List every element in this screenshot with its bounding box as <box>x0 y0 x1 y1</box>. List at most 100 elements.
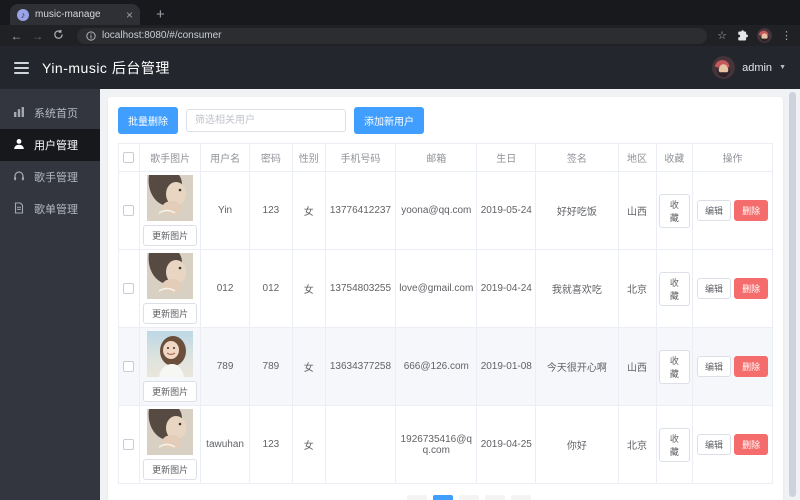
site-favicon-icon: ♪ <box>17 8 29 21</box>
next-page-button[interactable]: › <box>510 495 531 500</box>
cell-region: 山西 <box>617 171 657 250</box>
cell-phone: 13776412237 <box>324 171 397 250</box>
sidebar-item-singers[interactable]: 歌手管理 <box>0 161 100 193</box>
app-header: Yin-music 后台管理 admin ▼ <box>0 46 800 89</box>
cell-region: 山西 <box>617 327 657 406</box>
row-checkbox[interactable] <box>123 282 135 294</box>
user-icon <box>13 138 25 153</box>
add-user-button[interactable]: 添加新用户 <box>354 107 424 134</box>
cell-username: 012 <box>200 249 250 328</box>
cell-password: 012 <box>248 249 293 328</box>
edit-button[interactable]: 编辑 <box>697 356 732 377</box>
cell-email: 666@126.com <box>395 327 478 406</box>
admin-username: admin <box>742 61 773 74</box>
tab-close-icon[interactable]: × <box>126 9 133 21</box>
cell-signature: 今天很开心啊 <box>535 327 619 406</box>
row-checkbox[interactable] <box>123 204 135 216</box>
table-row: 更新图片 789 789 女 13634377258 666@126.com 2… <box>118 327 773 406</box>
col-header-username: 用户名 <box>200 143 250 172</box>
cell-email: love@gmail.com <box>395 249 478 328</box>
table-header-row: 歌手图片 用户名 密码 性别 手机号码 邮箱 生日 签名 地区 收藏 操作 <box>118 143 773 172</box>
browser-menu-icon[interactable]: ⋮ <box>781 29 792 42</box>
cell-gender: 女 <box>291 405 326 484</box>
col-header-email: 邮箱 <box>395 143 478 172</box>
edit-button[interactable]: 编辑 <box>697 200 732 221</box>
edit-button[interactable]: 编辑 <box>697 434 732 455</box>
cell-gender: 女 <box>291 249 326 328</box>
hamburger-menu-icon[interactable] <box>14 61 29 74</box>
update-image-button[interactable]: 更新图片 <box>143 381 198 402</box>
cell-gender: 女 <box>291 327 326 406</box>
cell-signature: 好好吃饭 <box>535 171 619 250</box>
sidebar-item-users[interactable]: 用户管理 <box>0 129 100 161</box>
sidebar-item-label: 歌单管理 <box>34 204 78 216</box>
browser-toolbar: ← → localhost:8080/#/consumer ☆ ⋮ <box>0 25 800 46</box>
update-image-button[interactable]: 更新图片 <box>143 459 198 480</box>
new-tab-button[interactable]: + <box>150 4 171 25</box>
delete-button[interactable]: 删除 <box>734 200 769 221</box>
col-header-birthday: 生日 <box>476 143 537 172</box>
cell-username: 789 <box>200 327 250 406</box>
cell-phone <box>324 405 397 484</box>
url-text: localhost:8080/#/consumer <box>102 30 222 41</box>
bookmark-star-icon[interactable]: ☆ <box>717 29 727 42</box>
cell-region: 北京 <box>617 405 657 484</box>
tab-title: music-manage <box>35 9 101 20</box>
page-button-1[interactable]: 1 <box>432 495 453 500</box>
sidebar-item-playlists[interactable]: 歌单管理 <box>0 193 100 225</box>
cell-birthday: 2019-04-25 <box>476 405 537 484</box>
favorite-button[interactable]: 收藏 <box>658 427 691 462</box>
admin-avatar <box>712 56 736 79</box>
extensions-icon[interactable] <box>736 29 748 42</box>
edit-button[interactable]: 编辑 <box>697 278 732 299</box>
cell-email: 1926735416@qq.com <box>395 405 478 484</box>
cell-birthday: 2019-04-24 <box>476 249 537 328</box>
address-bar[interactable]: localhost:8080/#/consumer <box>77 27 708 44</box>
table-row: 更新图片 Yin 123 女 13776412237 yoona@qq.com … <box>118 171 773 250</box>
headset-icon <box>13 170 25 185</box>
page-button-3[interactable]: 3 <box>484 495 505 500</box>
row-checkbox[interactable] <box>123 438 135 450</box>
col-header-image: 歌手图片 <box>138 143 202 172</box>
account-menu[interactable]: admin ▼ <box>712 56 786 79</box>
favorite-button[interactable]: 收藏 <box>658 271 691 306</box>
search-input[interactable] <box>186 109 346 132</box>
chevron-down-icon: ▼ <box>779 64 786 71</box>
row-checkbox[interactable] <box>123 360 135 372</box>
reload-icon[interactable] <box>50 29 67 43</box>
cell-password: 123 <box>248 171 293 250</box>
favorite-button[interactable]: 收藏 <box>658 193 691 228</box>
delete-button[interactable]: 删除 <box>734 434 769 455</box>
favorite-button[interactable]: 收藏 <box>658 349 691 384</box>
page-button-2[interactable]: 2 <box>458 495 479 500</box>
pagination: 共 15 条 ‹ 1 2 3 › <box>118 495 773 500</box>
col-header-password: 密码 <box>248 143 293 172</box>
delete-button[interactable]: 删除 <box>734 356 769 377</box>
forward-icon[interactable]: → <box>29 29 46 43</box>
site-info-icon[interactable] <box>86 30 96 41</box>
batch-delete-button[interactable]: 批量删除 <box>118 107 178 134</box>
delete-button[interactable]: 删除 <box>734 278 769 299</box>
user-photo <box>147 253 194 299</box>
user-photo <box>147 175 194 221</box>
prev-page-button[interactable]: ‹ <box>406 495 427 500</box>
cell-birthday: 2019-01-08 <box>476 327 537 406</box>
users-table: 歌手图片 用户名 密码 性别 手机号码 邮箱 生日 签名 地区 收藏 操作 更新… <box>118 143 773 484</box>
app-title: Yin-music 后台管理 <box>42 59 170 76</box>
sidebar-item-home[interactable]: 系统首页 <box>0 97 100 129</box>
browser-tab[interactable]: ♪ music-manage × <box>10 4 140 25</box>
browser-actions: ☆ ⋮ <box>717 28 792 43</box>
col-header-region: 地区 <box>617 143 657 172</box>
update-image-button[interactable]: 更新图片 <box>143 303 198 324</box>
select-all-checkbox[interactable] <box>123 151 135 163</box>
crud-toolbar: 批量删除 添加新用户 <box>118 107 773 134</box>
back-icon[interactable]: ← <box>8 29 25 43</box>
browser-profile-avatar[interactable] <box>757 28 772 43</box>
vertical-scrollbar[interactable] <box>789 92 796 497</box>
user-photo <box>147 409 194 455</box>
update-image-button[interactable]: 更新图片 <box>143 225 198 246</box>
cell-region: 北京 <box>617 249 657 328</box>
cell-signature: 我就喜欢吃 <box>535 249 619 328</box>
col-header-signature: 签名 <box>535 143 619 172</box>
sidebar-item-label: 用户管理 <box>34 140 78 152</box>
